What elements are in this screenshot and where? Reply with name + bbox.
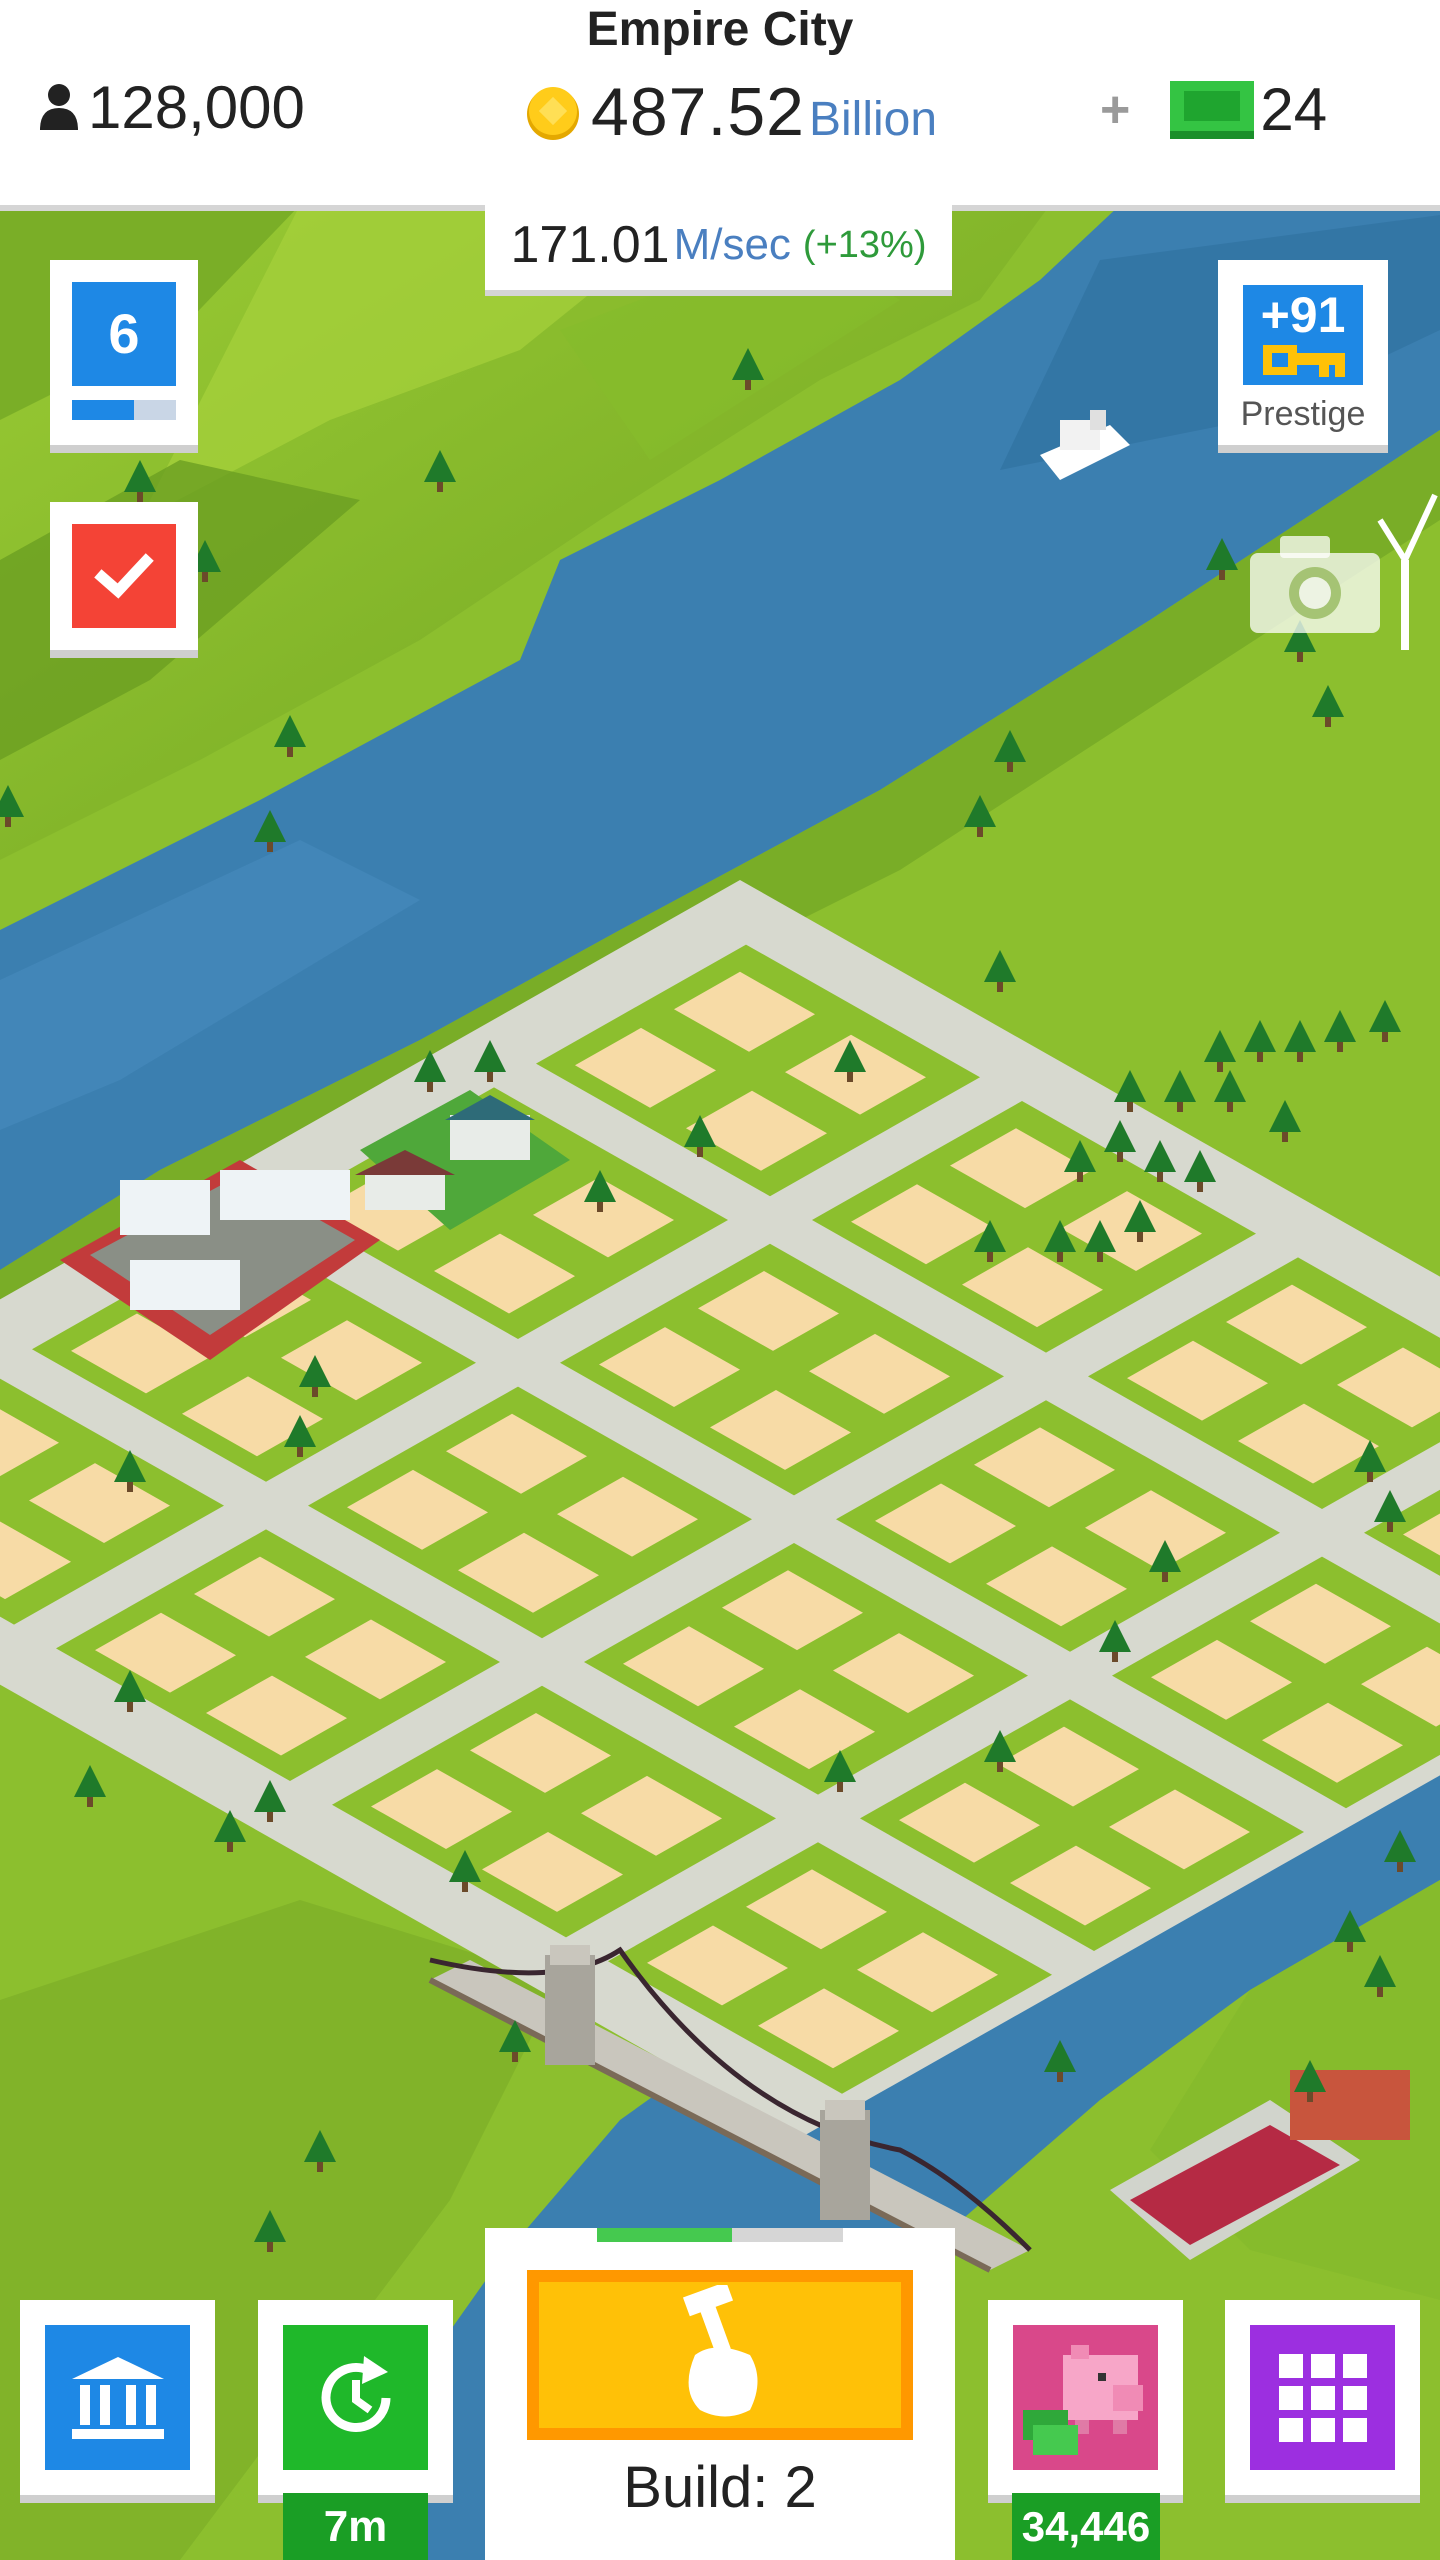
menu-button[interactable] bbox=[1225, 2300, 1420, 2495]
piggy-box bbox=[1013, 2325, 1158, 2470]
boost-button[interactable] bbox=[258, 2300, 453, 2495]
bank-icon bbox=[71, 2356, 164, 2439]
prestige-label: Prestige bbox=[1240, 395, 1366, 433]
bank-button[interactable] bbox=[20, 2300, 215, 2495]
level-button[interactable]: 6 bbox=[50, 260, 198, 445]
grid-menu-icon bbox=[1278, 2353, 1367, 2442]
boost-timer: 7m bbox=[283, 2493, 428, 2560]
level-number: 6 bbox=[72, 282, 176, 386]
build-label: Build: 2 bbox=[623, 2455, 817, 2520]
build-progress-fill bbox=[597, 2228, 733, 2242]
top-bar: Empire City 128,000 487.52 Billion + 24 bbox=[0, 0, 1440, 205]
clock-refresh-icon bbox=[321, 2355, 390, 2432]
income-rate-tab[interactable]: 171.01 M/sec (+13%) bbox=[485, 200, 952, 290]
add-cash-button[interactable]: + bbox=[1100, 80, 1130, 140]
key-icon bbox=[1263, 345, 1345, 377]
prestige-button[interactable]: +91 Prestige bbox=[1218, 260, 1388, 445]
population-value: 128,000 bbox=[88, 73, 305, 141]
boost-box bbox=[283, 2325, 428, 2470]
person-icon bbox=[40, 84, 78, 130]
money-display: 487.52 Billion bbox=[525, 72, 937, 152]
bank-box bbox=[45, 2325, 190, 2470]
money-unit: Billion bbox=[808, 92, 938, 146]
build-box bbox=[527, 2270, 913, 2440]
cash-value: 24 bbox=[1260, 76, 1328, 143]
menu-box bbox=[1250, 2325, 1395, 2470]
piggy-bank-count: 34,446 bbox=[1012, 2493, 1160, 2560]
level-progress-bar bbox=[72, 400, 176, 420]
cash-bill-icon bbox=[1170, 80, 1255, 139]
build-progress-bar bbox=[597, 2228, 843, 2242]
tasks-box bbox=[72, 524, 176, 628]
level-progress-fill bbox=[72, 400, 135, 420]
piggy-bank-button[interactable] bbox=[988, 2300, 1183, 2495]
tasks-button[interactable] bbox=[50, 502, 198, 650]
income-rate-value: 171.01 bbox=[510, 216, 670, 274]
build-button[interactable]: Build: 2 bbox=[485, 2228, 955, 2560]
city-name: Empire City bbox=[586, 3, 854, 56]
prestige-bonus: +91 bbox=[1260, 287, 1346, 343]
money-value: 487.52 bbox=[591, 74, 805, 150]
cash-display[interactable]: + 24 bbox=[1100, 72, 1327, 147]
population-display: 128,000 bbox=[38, 72, 305, 142]
prestige-box: +91 bbox=[1243, 285, 1363, 385]
checkmark-icon bbox=[94, 553, 154, 599]
hammer-hand-icon bbox=[682, 2285, 758, 2417]
camera-icon[interactable] bbox=[1245, 528, 1385, 638]
coin-icon bbox=[527, 87, 579, 140]
income-rate-unit: M/sec bbox=[673, 220, 791, 269]
income-rate-bonus: (+13%) bbox=[802, 223, 927, 266]
piggy-bank-icon bbox=[1023, 2345, 1143, 2455]
